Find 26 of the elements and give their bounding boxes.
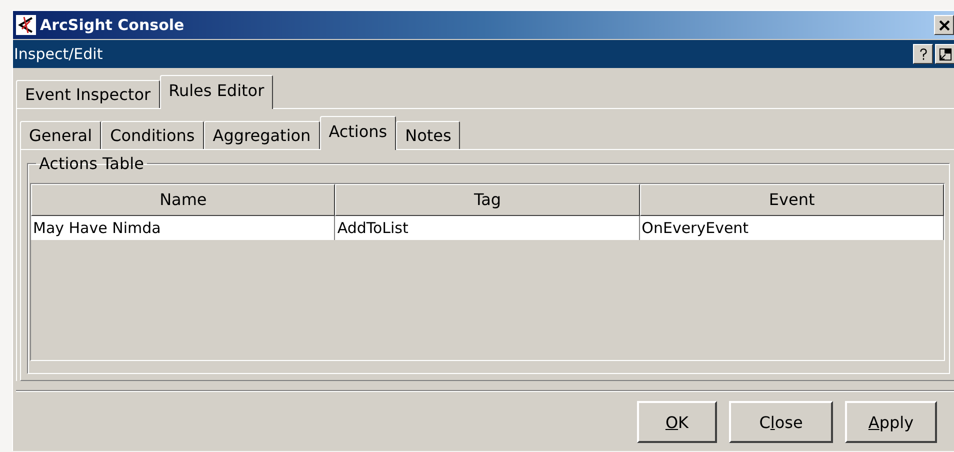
window-title: ArcSight Console [40,16,184,34]
dialog-button[interactable]: Apply [845,401,937,443]
table-cell: May Have Nimda [31,216,336,240]
tab[interactable]: Conditions [101,121,204,149]
column-header[interactable]: Name [31,184,336,216]
column-header[interactable]: Tag [335,184,640,216]
column-header[interactable]: Event [640,184,944,216]
dialog-button[interactable]: OK [637,401,717,443]
tab[interactable]: Aggregation [204,121,320,149]
app-logo-icon [16,15,36,35]
dialog-button[interactable]: Close [729,401,833,443]
undock-icon [938,48,952,60]
panel-title: Inspect/Edit [14,45,103,63]
table-cell: OnEveryEvent [640,216,944,240]
help-icon [918,48,928,60]
tab[interactable]: Rules Editor [160,75,274,109]
help-button[interactable] [913,44,933,64]
group-title: Actions Table [38,154,145,173]
tab[interactable]: Notes [396,121,460,149]
tab[interactable]: General [20,121,102,149]
tab[interactable]: Event Inspector [16,80,160,108]
close-icon [938,20,950,30]
tab[interactable]: Actions [320,116,396,150]
table-cell: AddToList [335,216,640,240]
undock-button[interactable] [935,44,954,64]
close-button[interactable] [934,15,954,35]
